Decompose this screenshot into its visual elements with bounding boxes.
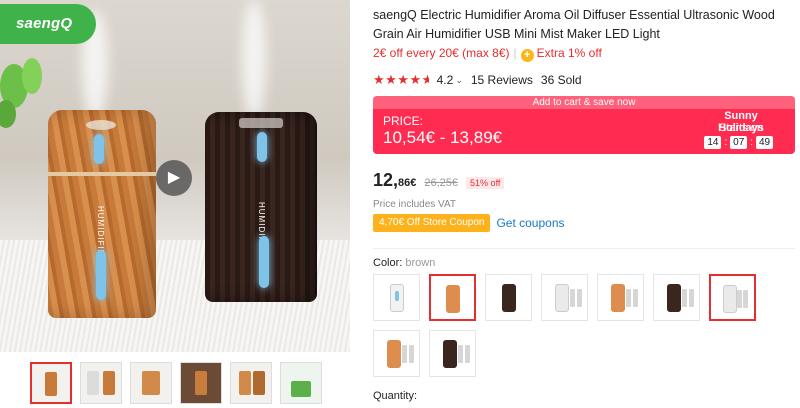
store-coupon-badge[interactable]: 4,70€ Off Store Coupon bbox=[373, 214, 491, 232]
color-option-orange-set-2[interactable] bbox=[373, 330, 420, 377]
color-option-orange-set[interactable] bbox=[597, 274, 644, 321]
timer-colon: : bbox=[724, 137, 728, 148]
color-option-white-set[interactable] bbox=[541, 274, 588, 321]
color-label-text: Color: bbox=[373, 257, 403, 269]
deal-banner: Add to cart & save now PRICE: 10,54€ - 1… bbox=[373, 96, 795, 154]
play-icon: ▶ bbox=[167, 169, 181, 186]
quantity-label: Quantity: bbox=[373, 390, 418, 402]
wood-humidifier: HUMIDIFIER bbox=[48, 110, 156, 318]
extra-discount-text: Extra 1% off bbox=[536, 46, 602, 60]
thumbnail[interactable] bbox=[280, 362, 322, 404]
plus-icon: + bbox=[520, 49, 534, 62]
thumbnail[interactable] bbox=[230, 362, 272, 404]
thumbnail[interactable] bbox=[80, 362, 122, 404]
vat-note: Price includes VAT bbox=[373, 199, 456, 210]
current-price: 12, 86€ 26,25€ 51% off bbox=[373, 170, 505, 191]
color-option-dark[interactable] bbox=[485, 274, 532, 321]
price-label: PRICE: bbox=[383, 114, 424, 128]
play-video-button[interactable]: ▶ bbox=[156, 160, 192, 196]
color-label: Color: brown bbox=[373, 257, 435, 269]
brand-logo: saengQ bbox=[0, 4, 96, 44]
price-range: 10,54€ - 13,89€ bbox=[383, 128, 503, 147]
get-coupons-link[interactable]: Get coupons bbox=[496, 216, 564, 230]
star-rating-icon: ★★★★★ bbox=[373, 72, 429, 87]
led-light bbox=[94, 134, 104, 164]
coupon-row: 4,70€ Off Store Coupon Get coupons bbox=[373, 214, 565, 232]
thumbnail[interactable] bbox=[180, 362, 222, 404]
dark-humidifier: HUMIDIFIER bbox=[205, 112, 317, 302]
product-gallery: HUMIDIFIER HUMIDIFIER ▶ saengQ bbox=[0, 0, 358, 408]
product-title: saengQ Electric Humidifier Aroma Oil Dif… bbox=[373, 8, 775, 41]
chevron-down-icon[interactable]: ⌄ bbox=[455, 75, 463, 86]
thumbnail[interactable] bbox=[30, 362, 72, 404]
thumbnail-strip bbox=[30, 362, 322, 404]
countdown-timer: 14 : 07 : 49 bbox=[704, 136, 773, 149]
original-price: 26,25€ bbox=[424, 177, 459, 189]
led-light bbox=[257, 132, 267, 162]
promo-line: 2€ off every 20€ (max 8€) | + Extra 1% off bbox=[373, 46, 602, 62]
divider bbox=[373, 248, 795, 249]
thumbnail[interactable] bbox=[130, 362, 172, 404]
timer-seconds: 49 bbox=[756, 136, 773, 149]
led-light bbox=[259, 236, 269, 288]
rating-score[interactable]: 4.2 bbox=[437, 73, 454, 87]
timer-colon: : bbox=[750, 137, 753, 148]
price-decimal: 86€ bbox=[398, 177, 417, 189]
color-option-dark-set[interactable] bbox=[653, 274, 700, 321]
main-product-image[interactable]: HUMIDIFIER HUMIDIFIER ▶ saengQ bbox=[0, 0, 350, 352]
color-option-dark-set-2[interactable] bbox=[429, 330, 476, 377]
color-option-orange[interactable] bbox=[429, 274, 476, 321]
price-integer: 12, bbox=[373, 170, 399, 190]
color-option-white[interactable] bbox=[373, 274, 420, 321]
mist-plume bbox=[242, 0, 266, 120]
timer-hours: 14 bbox=[704, 136, 722, 149]
color-option-white-set-2[interactable] bbox=[709, 274, 756, 321]
reviews-link[interactable]: 15 Reviews bbox=[471, 73, 533, 87]
store-discount-text: 2€ off every 20€ (max 8€) bbox=[373, 46, 510, 60]
discount-badge: 51% off bbox=[466, 177, 505, 189]
event-starts-label: Starts on bbox=[718, 122, 764, 134]
add-to-cart-banner: Add to cart & save now bbox=[373, 96, 795, 109]
led-light bbox=[96, 250, 106, 300]
color-selected-value: brown bbox=[405, 257, 436, 269]
timer-minutes: 07 bbox=[730, 136, 748, 149]
promo-separator: | bbox=[513, 46, 517, 60]
rating-row: ★★★★★ 4.2 ⌄ 15 Reviews 36 Sold bbox=[373, 72, 582, 88]
sold-count: 36 Sold bbox=[540, 73, 582, 87]
